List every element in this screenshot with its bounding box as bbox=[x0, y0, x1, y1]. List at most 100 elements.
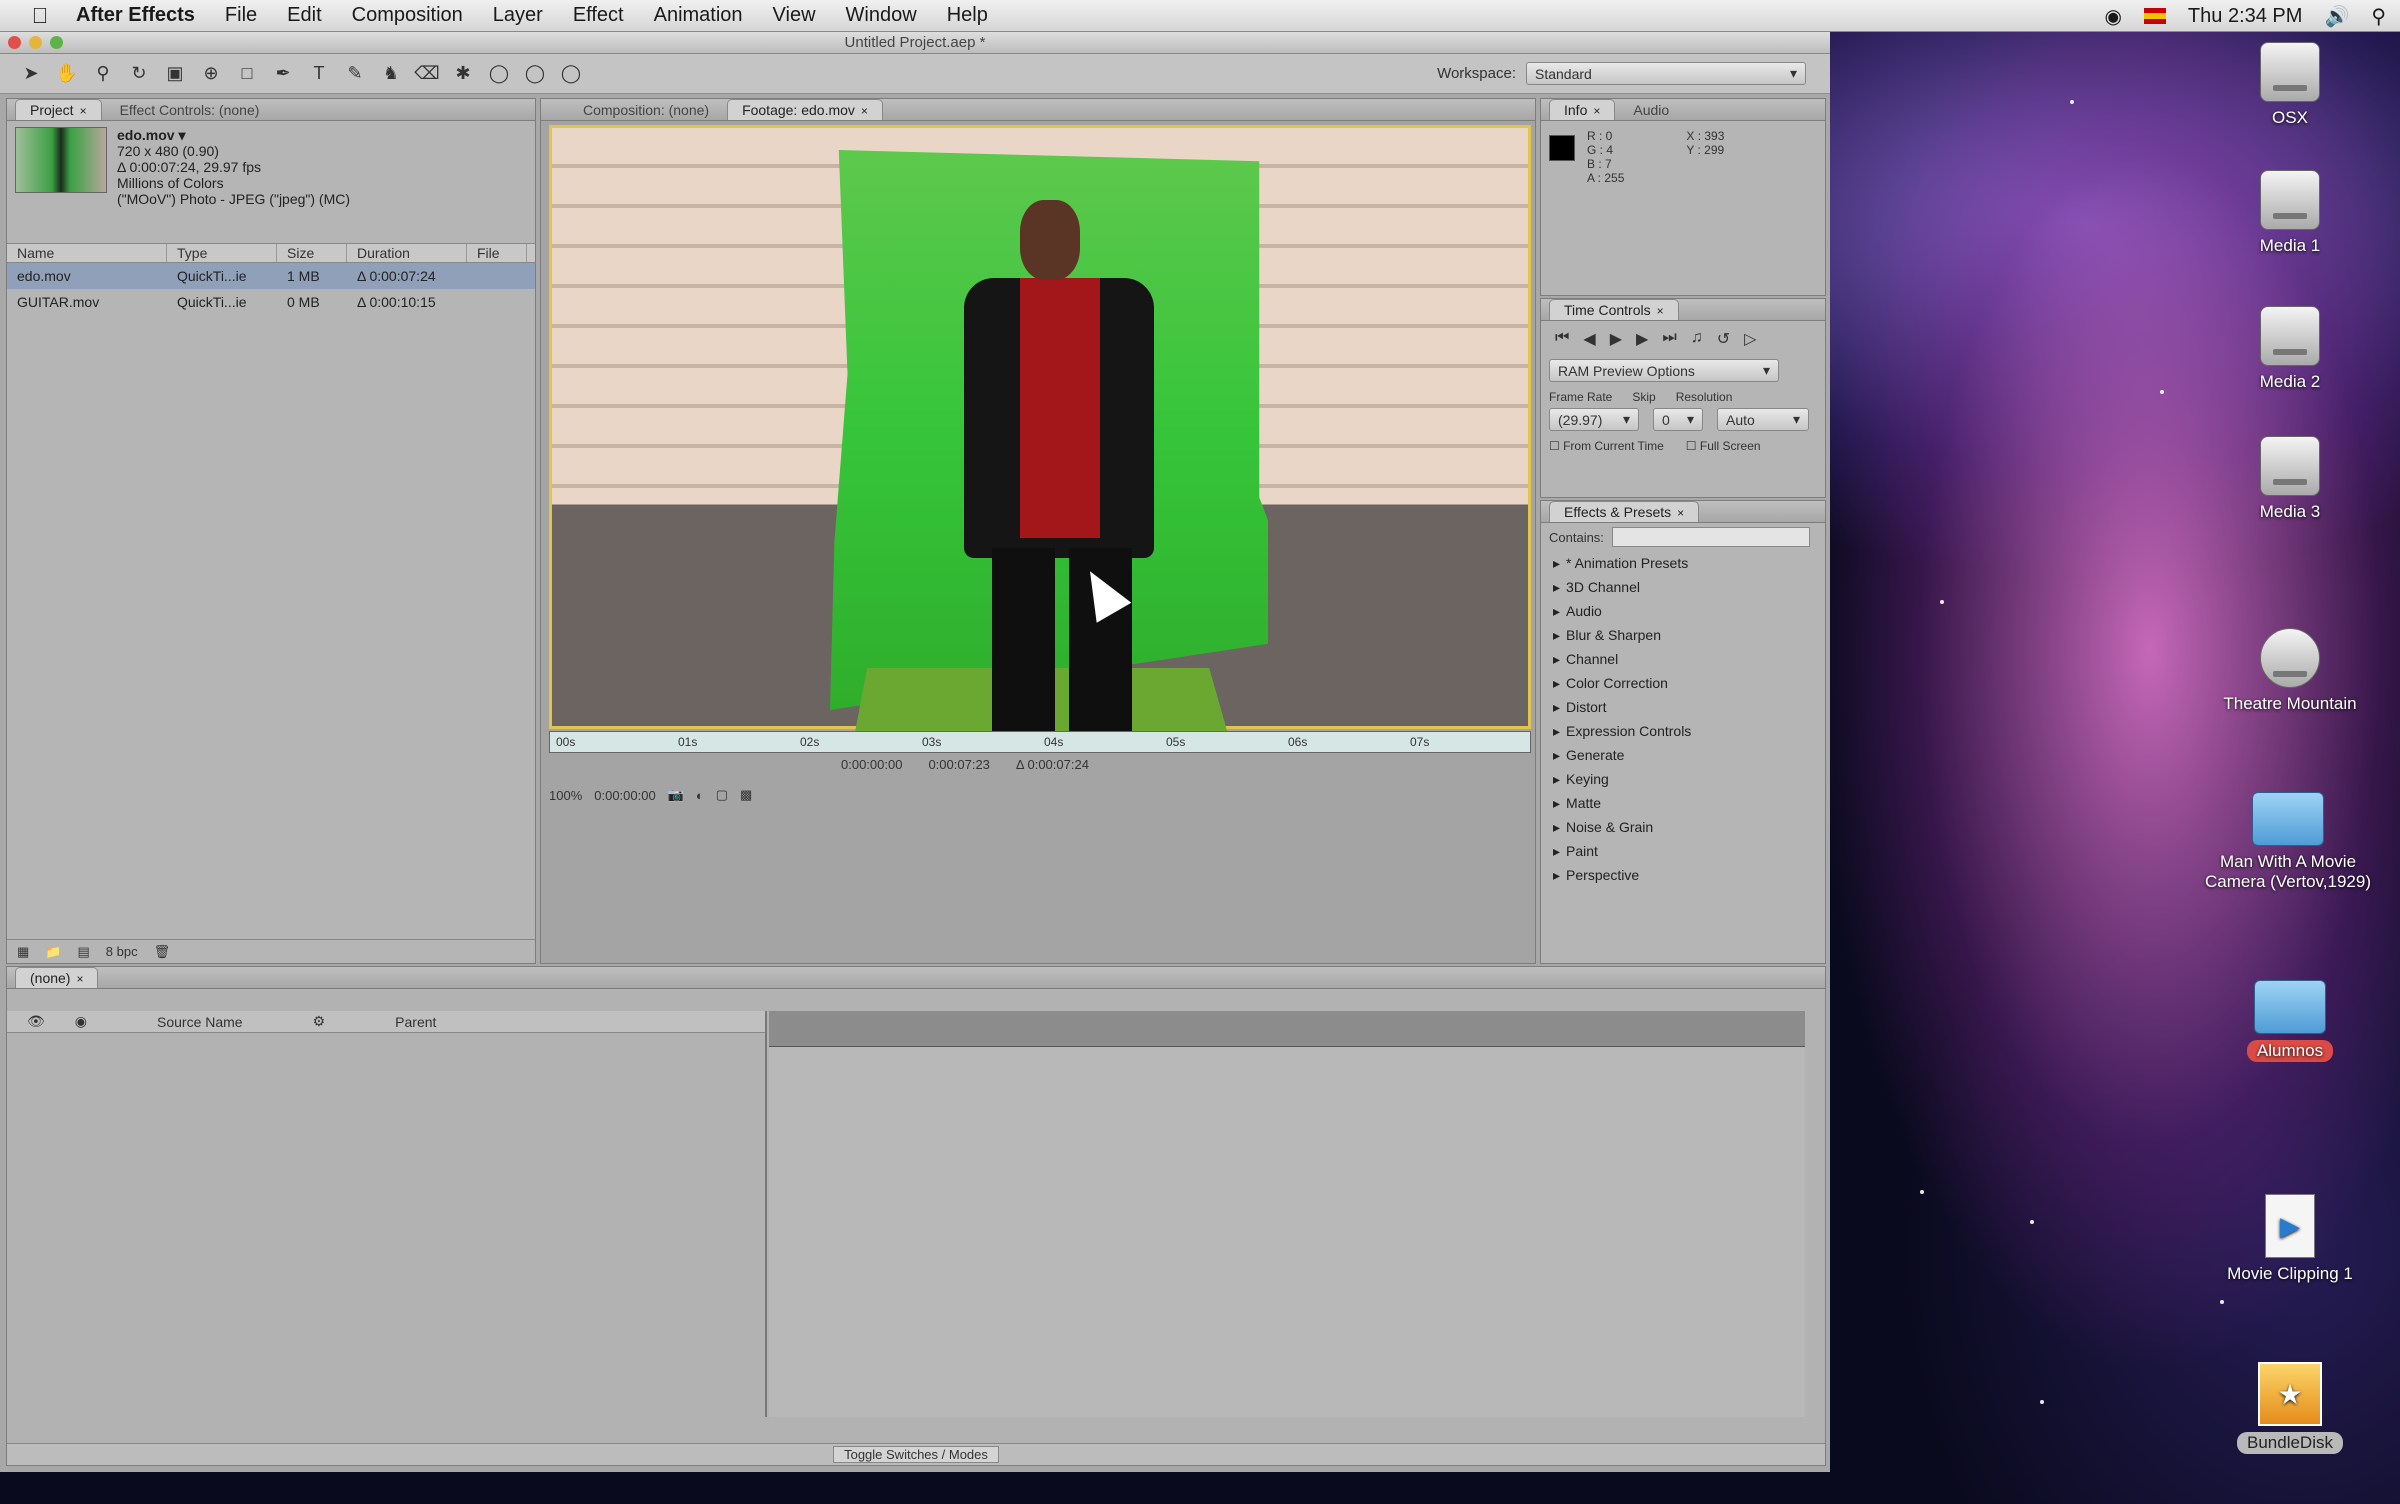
spotlight-icon[interactable]: ⚲ bbox=[2371, 4, 2386, 29]
time-ruler[interactable]: 00s 01s 02s 03s 04s 05s 06s 07s bbox=[549, 731, 1531, 753]
play-icon[interactable]: ▶ bbox=[1610, 329, 1622, 349]
effects-item[interactable]: ▸ 3D Channel bbox=[1553, 575, 1825, 599]
project-item[interactable]: edo.mov QuickTi...ie 1 MB Δ 0:00:07:24 bbox=[7, 263, 535, 289]
visibility-icon[interactable]: 👁 bbox=[27, 1013, 45, 1030]
brush-tool-icon[interactable]: ✎ bbox=[344, 63, 366, 85]
menu-window[interactable]: Window bbox=[846, 4, 917, 27]
column-name[interactable]: Name bbox=[7, 244, 167, 262]
tab-project[interactable]: Project × bbox=[15, 99, 102, 120]
project-item[interactable]: GUITAR.mov QuickTi...ie 0 MB Δ 0:00:10:1… bbox=[7, 289, 535, 315]
loop-icon[interactable]: ↺ bbox=[1717, 329, 1730, 349]
effects-item[interactable]: ▸ Audio bbox=[1553, 599, 1825, 623]
pen-tool-icon[interactable]: ✒ bbox=[272, 63, 294, 85]
menu-effect[interactable]: Effect bbox=[573, 4, 624, 27]
source-name-column[interactable]: Source Name bbox=[157, 1014, 243, 1030]
menu-clock[interactable]: Thu 2:34 PM bbox=[2188, 5, 2303, 28]
close-icon[interactable]: × bbox=[1677, 506, 1684, 520]
desktop-icon-media-1[interactable]: Media 1 bbox=[2215, 170, 2365, 256]
close-window-button[interactable] bbox=[8, 36, 21, 49]
apple-icon[interactable]:  bbox=[26, 3, 54, 28]
resolution-dropdown[interactable]: Auto ▾ bbox=[1717, 408, 1809, 431]
first-frame-icon[interactable]: ⏮ bbox=[1555, 329, 1569, 349]
footage-name[interactable]: edo.mov ▾ bbox=[117, 127, 350, 143]
new-folder-icon[interactable]: 📁 bbox=[45, 944, 61, 960]
effects-item[interactable]: ▸ Paint bbox=[1553, 839, 1825, 863]
parent-column[interactable]: Parent bbox=[395, 1014, 436, 1030]
pan-behind-tool-icon[interactable]: ⊕ bbox=[200, 63, 222, 85]
effects-item[interactable]: ▸ Color Correction bbox=[1553, 671, 1825, 695]
desktop-icon-media-2[interactable]: Media 2 bbox=[2215, 306, 2365, 392]
desktop-icon-bundledisk[interactable]: ★ BundleDisk bbox=[2215, 1362, 2365, 1454]
tab-effects-presets[interactable]: Effects & Presets × bbox=[1549, 501, 1700, 522]
ram-preview-dropdown[interactable]: RAM Preview Options ▾ bbox=[1549, 359, 1779, 382]
column-duration[interactable]: Duration bbox=[347, 244, 467, 262]
previous-frame-icon[interactable]: ◀ bbox=[1583, 329, 1595, 349]
type-tool-icon[interactable]: T bbox=[308, 63, 330, 85]
minimize-window-button[interactable] bbox=[29, 36, 42, 49]
trash-icon[interactable]: 🗑 bbox=[154, 944, 171, 960]
axis-world-icon[interactable]: ◯ bbox=[524, 63, 546, 85]
toggle-switches-modes-button[interactable]: Toggle Switches / Modes bbox=[833, 1446, 999, 1463]
effects-item[interactable]: ▸ Generate bbox=[1553, 743, 1825, 767]
zoom-dropdown[interactable]: 100% bbox=[549, 788, 582, 803]
new-composition-icon[interactable]: ▤ bbox=[77, 944, 89, 960]
eraser-tool-icon[interactable]: ⌫ bbox=[414, 63, 439, 85]
menu-file[interactable]: File bbox=[225, 4, 257, 27]
work-area-bar[interactable] bbox=[769, 1011, 1805, 1047]
screen-record-icon[interactable]: ◉ bbox=[2104, 4, 2121, 29]
menu-help[interactable]: Help bbox=[947, 4, 988, 27]
zoom-window-button[interactable] bbox=[50, 36, 63, 49]
interpret-footage-icon[interactable]: ▦ bbox=[17, 944, 29, 960]
tab-effect-controls[interactable]: Effect Controls: (none) bbox=[106, 100, 274, 120]
close-icon[interactable]: × bbox=[76, 972, 83, 986]
input-source-flag-icon[interactable] bbox=[2143, 8, 2166, 24]
skip-dropdown[interactable]: 0 ▾ bbox=[1653, 408, 1703, 431]
workspace-dropdown[interactable]: Standard ▾ bbox=[1526, 62, 1806, 85]
transparency-grid-icon[interactable]: ▩ bbox=[740, 787, 752, 803]
tab-audio[interactable]: Audio bbox=[1619, 100, 1683, 120]
effects-item[interactable]: ▸ Keying bbox=[1553, 767, 1825, 791]
close-icon[interactable]: × bbox=[80, 104, 87, 118]
desktop-icon-alumnos[interactable]: Alumnos bbox=[2215, 980, 2365, 1062]
desktop-icon-theatre-mountain[interactable]: Theatre Mountain bbox=[2215, 628, 2365, 714]
puppet-pin-tool-icon[interactable]: ✱ bbox=[452, 63, 474, 85]
effects-item[interactable]: ▸ Channel bbox=[1553, 647, 1825, 671]
full-screen-checkbox[interactable]: ☐ Full Screen bbox=[1686, 439, 1761, 453]
desktop-icon-media-3[interactable]: Media 3 bbox=[2215, 436, 2365, 522]
hand-tool-icon[interactable]: ✋ bbox=[56, 63, 78, 85]
menu-layer[interactable]: Layer bbox=[493, 4, 543, 27]
bit-depth-label[interactable]: 8 bpc bbox=[106, 944, 138, 959]
close-icon[interactable]: × bbox=[1593, 104, 1600, 118]
ram-preview-icon[interactable]: ▷ bbox=[1744, 329, 1756, 349]
desktop-icon-osx[interactable]: OSX bbox=[2215, 42, 2365, 128]
axis-local-icon[interactable]: ◯ bbox=[488, 63, 510, 85]
frame-rate-dropdown[interactable]: (29.97) ▾ bbox=[1549, 408, 1639, 431]
rectangle-tool-icon[interactable]: □ bbox=[236, 63, 258, 85]
last-frame-icon[interactable]: ⏭ bbox=[1662, 329, 1676, 349]
snapshot-icon[interactable]: 📷 bbox=[668, 787, 684, 803]
selection-tool-icon[interactable]: ➤ bbox=[20, 63, 42, 85]
column-size[interactable]: Size bbox=[277, 244, 347, 262]
menu-app-name[interactable]: After Effects bbox=[76, 4, 195, 27]
tab-composition[interactable]: Composition: (none) bbox=[569, 100, 723, 120]
menu-view[interactable]: View bbox=[773, 4, 816, 27]
column-type[interactable]: Type bbox=[167, 244, 277, 262]
effects-item[interactable]: ▸ Perspective bbox=[1553, 863, 1825, 887]
tab-time-controls[interactable]: Time Controls × bbox=[1549, 299, 1679, 320]
in-point[interactable]: 0:00:00:00 bbox=[841, 757, 902, 772]
close-icon[interactable]: × bbox=[861, 104, 868, 118]
out-point[interactable]: 0:00:07:23 bbox=[928, 757, 989, 772]
effects-item[interactable]: ▸ Noise & Grain bbox=[1553, 815, 1825, 839]
tab-footage[interactable]: Footage: edo.mov × bbox=[727, 99, 883, 120]
desktop-icon-movie-folder[interactable]: Man With A Movie Camera (Vertov,1929) bbox=[2188, 792, 2388, 892]
volume-icon[interactable]: 🔊 bbox=[2324, 4, 2349, 29]
close-icon[interactable]: × bbox=[1657, 304, 1664, 318]
label-icon[interactable]: ◉ bbox=[75, 1013, 87, 1030]
tab-timeline[interactable]: (none) × bbox=[15, 967, 99, 988]
camera-tool-icon[interactable]: ▣ bbox=[164, 63, 186, 85]
current-time[interactable]: 0:00:00:00 bbox=[594, 788, 655, 803]
column-file[interactable]: File bbox=[467, 244, 527, 262]
effects-item[interactable]: ▸ * Animation Presets bbox=[1553, 551, 1825, 575]
effects-item[interactable]: ▸ Blur & Sharpen bbox=[1553, 623, 1825, 647]
channel-icon[interactable]: ◐ bbox=[696, 788, 704, 803]
